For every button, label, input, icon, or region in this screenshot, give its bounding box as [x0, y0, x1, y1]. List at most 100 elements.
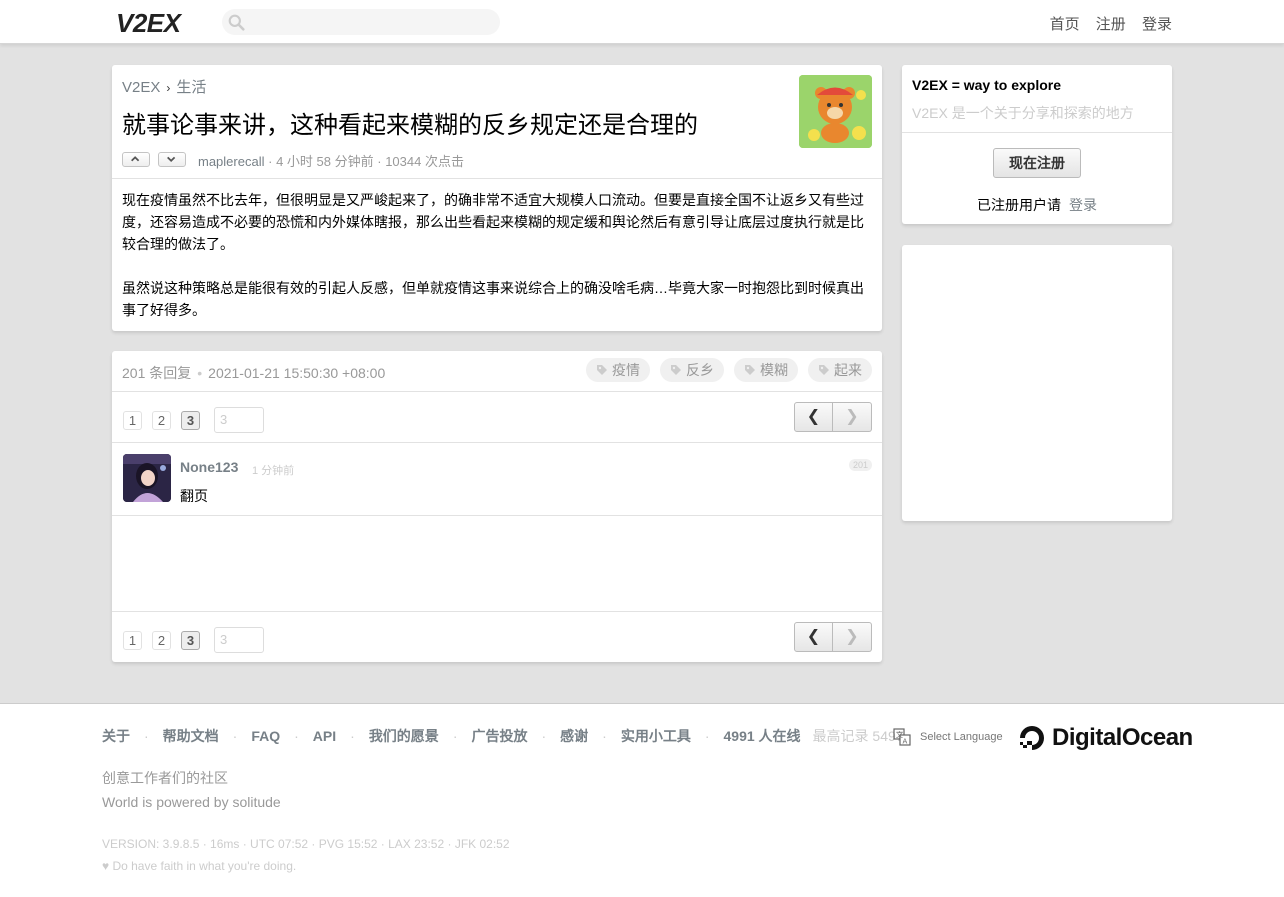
- page-current: 3: [181, 630, 200, 650]
- pager-bottom: 1 2 3 3 ❮ ❯: [112, 611, 882, 662]
- digitalocean-logo[interactable]: DigitalOcean: [1018, 724, 1193, 752]
- breadcrumb-root[interactable]: V2EX: [122, 79, 160, 96]
- reply-header: 201 条回复 • 2021-01-21 15:50:30 +08:00 疫情 反乡…: [112, 351, 882, 392]
- reply-item: None123 1 分钟前 201 翻页: [112, 443, 882, 516]
- v2ex-logo[interactable]: V2EX: [116, 8, 181, 39]
- reply-count: 201 条回复 • 2021-01-21 15:50:30 +08:00: [122, 363, 385, 383]
- footer-separator: ·: [452, 728, 458, 744]
- footer-version: VERSION: 3.9.8.5 · 16ms · UTC 07:52 · PV…: [102, 837, 510, 851]
- footer-faith: ♥ Do have faith in what you're doing.: [102, 859, 297, 873]
- topic-content: 现在疫情虽然不比去年，但很明显是又严峻起来了，的确非常不适宜大规模人口流动。但要…: [122, 189, 872, 343]
- upvote-button[interactable]: [122, 152, 150, 167]
- prev-page-button[interactable]: ❮: [794, 622, 833, 652]
- sidebar-subtitle: V2EX 是一个关于分享和探索的地方: [912, 105, 1134, 121]
- footer: 关于 · 帮助文档 · FAQ · API · 我们的愿景 · 广告投放 · 感谢 · 实用小…: [0, 703, 1284, 897]
- top-bar: V2EX 首页 注册 登录: [0, 0, 1284, 44]
- login-prompt-text: 已注册用户请: [977, 197, 1061, 213]
- footer-link-tools[interactable]: 实用小工具: [621, 726, 691, 746]
- sidebar-welcome-box: V2EX = way to explore V2EX 是一个关于分享和探索的地方…: [902, 65, 1172, 224]
- breadcrumb-node[interactable]: 生活: [176, 79, 206, 96]
- tag-label: 起来: [834, 362, 862, 378]
- footer-link-ads[interactable]: 广告投放: [471, 726, 527, 746]
- topic-time: 4 小时 58 分钟前: [276, 154, 374, 169]
- reply-time: 1 分钟前: [252, 465, 295, 477]
- reply-username[interactable]: None123: [180, 459, 238, 475]
- search-icon: [228, 14, 245, 31]
- next-page-button[interactable]: ❯: [833, 622, 872, 652]
- tag-item[interactable]: 模糊: [734, 358, 798, 382]
- nav-login[interactable]: 登录: [1142, 16, 1172, 33]
- digitalocean-icon: [1020, 726, 1044, 750]
- footer-separator: ·: [350, 728, 355, 744]
- tag-icon: [597, 365, 607, 375]
- footer-link-vision[interactable]: 我们的愿景: [369, 726, 439, 746]
- anime-avatar-image: [123, 454, 171, 502]
- downvote-button[interactable]: [158, 152, 186, 167]
- page-link-2[interactable]: 2: [152, 410, 171, 430]
- breadcrumb: V2EX › 生活: [122, 76, 206, 97]
- footer-link-api[interactable]: API: [313, 728, 336, 744]
- footer-separator: ·: [704, 728, 710, 744]
- footer-link-help[interactable]: 帮助文档: [163, 726, 219, 746]
- reply-avatar[interactable]: [123, 454, 171, 502]
- tag-item[interactable]: 反乡: [660, 358, 724, 382]
- footer-online-count[interactable]: 4991 人在线: [724, 726, 801, 746]
- reply-count-text: 201 条回复: [122, 365, 192, 381]
- chevron-up-icon: [131, 156, 140, 162]
- sidebar-title: V2EX = way to explore: [912, 77, 1062, 93]
- page-current: 3: [181, 410, 200, 430]
- footer-separator: ·: [144, 728, 149, 744]
- topic-clicks: 10344 次点击: [385, 154, 464, 169]
- topic-author[interactable]: maplerecall: [198, 154, 264, 169]
- footer-link-thanks[interactable]: 感谢: [560, 726, 588, 746]
- page-link-1[interactable]: 1: [123, 410, 142, 430]
- reply-content: 翻页: [180, 488, 208, 504]
- topic-paragraph: 虽然说这种策略总是能很有效的引起人反感，但单就疫情这事来说综合上的确没啥毛病…毕…: [122, 280, 864, 318]
- footer-separator: ·: [602, 728, 607, 744]
- reply-number-badge: 201: [848, 459, 872, 471]
- search-box[interactable]: [222, 9, 500, 35]
- topic-meta: maplerecall · 4 小时 58 分钟前 · 10344 次点击: [198, 151, 464, 170]
- nav-home[interactable]: 首页: [1050, 16, 1080, 33]
- language-selector[interactable]: 文 A Select Language: [893, 728, 1003, 746]
- breadcrumb-separator: ›: [166, 81, 171, 95]
- replies-box: 201 条回复 • 2021-01-21 15:50:30 +08:00 疫情 反乡…: [112, 351, 882, 662]
- footer-slogan-2: World is powered by solitude: [102, 794, 281, 810]
- svg-text:A: A: [903, 738, 908, 746]
- divider: [112, 178, 882, 179]
- tag-icon: [671, 365, 681, 375]
- next-page-button[interactable]: ❯: [833, 402, 872, 432]
- footer-separator: ·: [541, 728, 547, 744]
- digitalocean-label: DigitalOcean: [1052, 724, 1193, 751]
- dot-separator: •: [197, 365, 203, 381]
- prev-page-button[interactable]: ❮: [794, 402, 833, 432]
- divider: [902, 132, 1172, 133]
- chevron-down-icon: [167, 156, 176, 163]
- tag-label: 疫情: [612, 362, 640, 378]
- page-jump-input[interactable]: 3: [214, 627, 264, 653]
- author-avatar[interactable]: [799, 75, 872, 148]
- page-jump-input[interactable]: 3: [214, 407, 264, 433]
- tag-item[interactable]: 疫情: [586, 358, 650, 382]
- footer-slogan: 创意工作者们的社区: [102, 770, 228, 786]
- meta-separator: ·: [268, 154, 273, 169]
- tag-label: 模糊: [760, 362, 788, 378]
- footer-separator: ·: [294, 728, 299, 744]
- sidebar-login-link[interactable]: 登录: [1069, 197, 1097, 213]
- topic-datetime: 2021-01-21 15:50:30 +08:00: [208, 365, 386, 381]
- top-nav: 首页 注册 登录: [1038, 13, 1172, 34]
- page-link-1[interactable]: 1: [123, 630, 142, 650]
- meta-separator: ·: [377, 154, 382, 169]
- footer-link-faq[interactable]: FAQ: [251, 728, 280, 744]
- register-now-button[interactable]: 现在注册: [993, 148, 1081, 178]
- tag-item[interactable]: 起来: [808, 358, 872, 382]
- tag-icon: [819, 365, 829, 375]
- search-input[interactable]: [250, 12, 490, 32]
- translate-icon: 文 A: [893, 728, 911, 746]
- nav-register[interactable]: 注册: [1096, 16, 1126, 33]
- footer-link-about[interactable]: 关于: [102, 726, 130, 746]
- footer-separator: ·: [232, 728, 238, 744]
- language-label: Select Language: [920, 731, 1003, 743]
- page-link-2[interactable]: 2: [152, 630, 171, 650]
- login-prompt: 已注册用户请 登录: [902, 195, 1172, 215]
